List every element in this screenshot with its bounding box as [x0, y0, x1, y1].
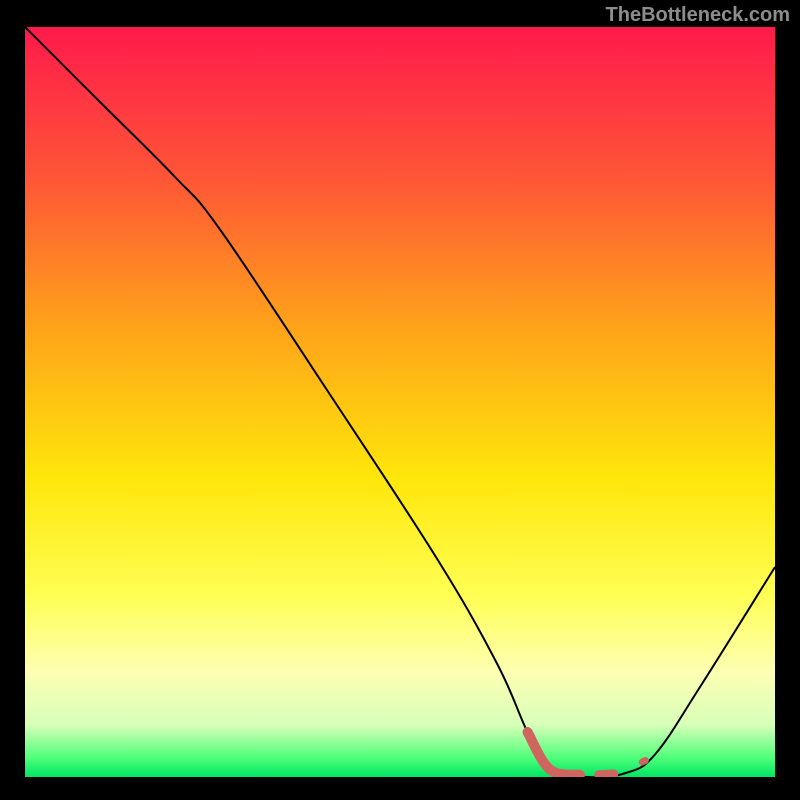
chart-plot [25, 27, 775, 777]
optimal-zone-dot2 [642, 761, 645, 763]
optimal-zone-dot1 [599, 774, 614, 775]
attribution-text: TheBottleneck.com [606, 4, 790, 27]
chart-svg [25, 27, 775, 777]
